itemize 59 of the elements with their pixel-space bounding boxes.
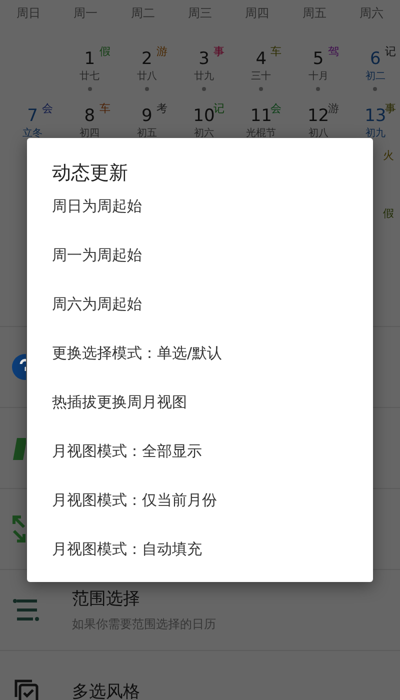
day-number[interactable]: 2 bbox=[141, 48, 152, 70]
menu-item[interactable]: 周六为周起始 bbox=[27, 294, 373, 343]
event-mark: 车 bbox=[270, 44, 282, 59]
event-mark: 事 bbox=[384, 101, 396, 115]
weekday-label: 周三 bbox=[188, 4, 212, 22]
day-number[interactable]: 5 bbox=[312, 48, 324, 70]
lunar-date: 十月 bbox=[308, 70, 328, 84]
day-number[interactable]: 12 bbox=[307, 105, 330, 127]
menu-item[interactable]: 月视图模式：自动填充 bbox=[27, 539, 373, 588]
event-mark: 游 bbox=[156, 44, 168, 59]
menu-item[interactable]: 周日为周起始 bbox=[27, 196, 373, 245]
menu-item[interactable]: 月视图模式：仅当前月份 bbox=[27, 490, 373, 539]
event-mark: 驾 bbox=[328, 44, 339, 59]
day-number[interactable]: 9 bbox=[141, 105, 152, 127]
event-mark: 游 bbox=[328, 101, 339, 116]
weekday-label: 周四 bbox=[245, 4, 270, 22]
lunar-date: 初九 bbox=[365, 127, 386, 141]
menu-item[interactable]: 更换选择模式：单选/默认 bbox=[27, 343, 373, 392]
weekday-label: 周六 bbox=[359, 4, 384, 22]
day-number[interactable]: 6 bbox=[370, 48, 381, 70]
event-mark: 假 bbox=[99, 44, 110, 59]
lunar-date: 初八 bbox=[308, 127, 328, 141]
event-mark: 考 bbox=[156, 101, 168, 116]
event-mark: 火 bbox=[383, 148, 394, 163]
lunar-date: 廿八 bbox=[136, 70, 157, 84]
lunar-date: 廿七 bbox=[80, 70, 100, 84]
item-title[interactable]: 多选风格 bbox=[72, 680, 140, 700]
menu-item[interactable]: 热插拔更换周月视图 bbox=[27, 392, 373, 441]
event-mark: 会 bbox=[42, 101, 54, 116]
day-number[interactable]: 7 bbox=[27, 105, 38, 127]
lunar-date: 三十 bbox=[251, 70, 272, 84]
lunar-date: 初二 bbox=[365, 70, 386, 84]
event-mark: 假 bbox=[383, 206, 394, 221]
event-mark: 记 bbox=[384, 44, 396, 59]
day-number[interactable]: 10 bbox=[193, 105, 215, 127]
day-number[interactable]: 11 bbox=[250, 105, 272, 127]
menu-item[interactable]: 周一为周起始 bbox=[27, 245, 373, 294]
day-number[interactable]: 1 bbox=[84, 48, 96, 70]
weekday-label: 周日 bbox=[16, 4, 41, 22]
lunar-date: 初六 bbox=[194, 127, 214, 141]
event-mark: 车 bbox=[99, 101, 110, 116]
event-mark: 事 bbox=[214, 44, 225, 59]
day-number[interactable]: 13 bbox=[364, 105, 386, 127]
day-number[interactable]: 3 bbox=[198, 48, 210, 70]
weekday-label: 周一 bbox=[74, 4, 98, 22]
lunar-date: 廿九 bbox=[194, 70, 214, 84]
lunar-date: 光棍节 bbox=[246, 127, 276, 141]
event-mark: 会 bbox=[270, 101, 282, 116]
day-number[interactable]: 4 bbox=[256, 48, 267, 70]
lunar-date: 初四 bbox=[80, 127, 100, 141]
dialog-title: 动态更新 bbox=[51, 161, 129, 186]
lunar-date: 立冬 bbox=[22, 127, 43, 141]
menu-item[interactable]: 月视图模式：全部显示 bbox=[27, 441, 373, 490]
weekday-label: 周二 bbox=[130, 4, 155, 22]
event-mark: 记 bbox=[214, 101, 225, 115]
item-title[interactable]: 范围选择 bbox=[72, 587, 216, 610]
day-number[interactable]: 8 bbox=[84, 105, 96, 127]
lunar-date: 初五 bbox=[136, 127, 157, 141]
weekday-label: 周五 bbox=[302, 4, 326, 22]
